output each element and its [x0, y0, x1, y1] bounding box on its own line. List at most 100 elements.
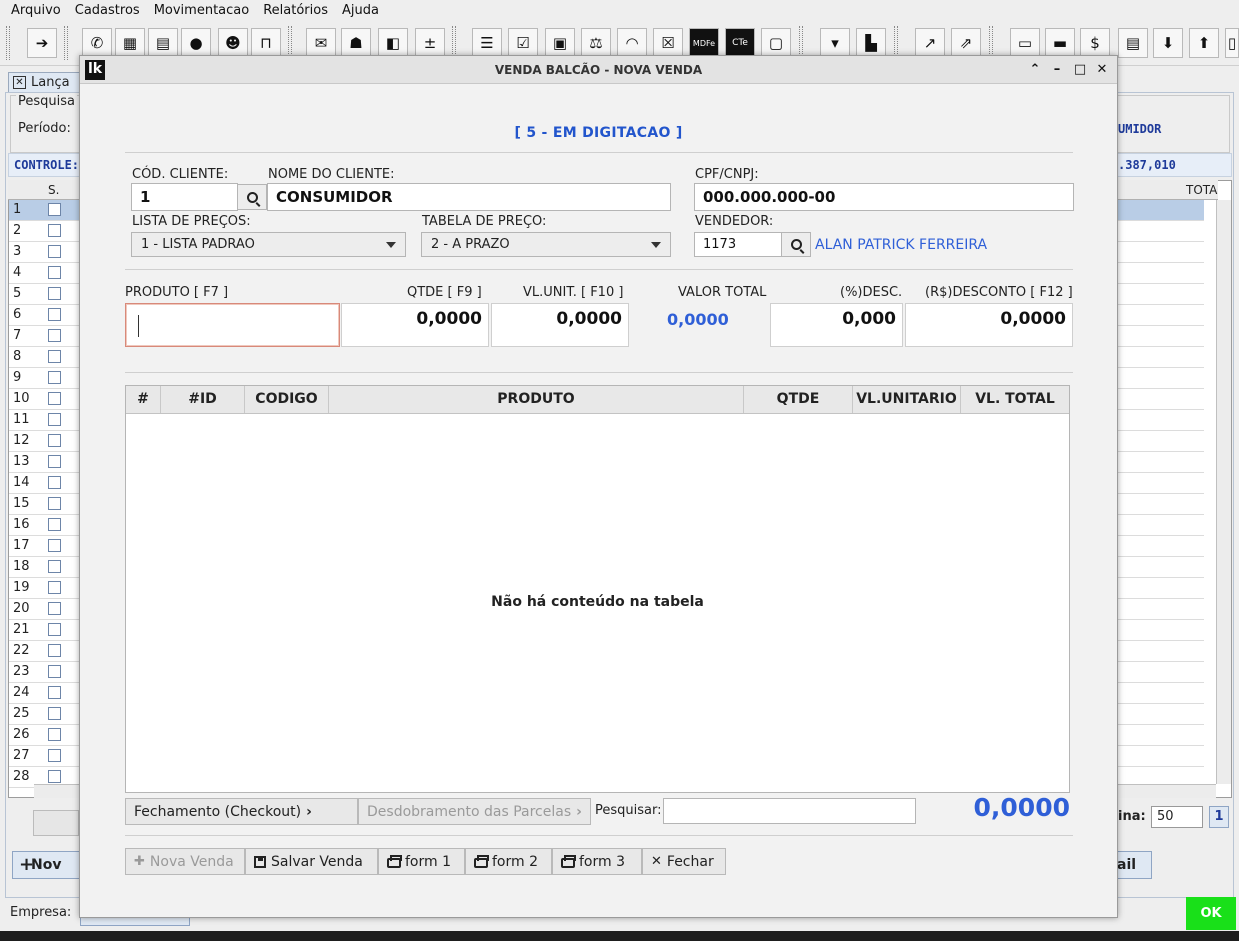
- exit-icon[interactable]: ➔: [27, 28, 57, 58]
- form2-button[interactable]: form 2: [465, 848, 552, 875]
- qtde-input[interactable]: 0,0000: [341, 303, 489, 347]
- customer-code-field[interactable]: 1: [131, 183, 238, 211]
- calc-ops-icon[interactable]: ±: [415, 28, 445, 58]
- row-checkbox[interactable]: [48, 329, 61, 342]
- column-vl-unitario[interactable]: VL.UNITARIO: [853, 386, 961, 413]
- chart-up-icon[interactable]: ↗: [915, 28, 945, 58]
- close-x-icon[interactable]: ☒: [653, 28, 683, 58]
- more-icon[interactable]: ▯: [1225, 28, 1239, 58]
- row-checkbox[interactable]: [48, 623, 61, 636]
- money-icon[interactable]: ▬: [1045, 28, 1075, 58]
- row-checkbox[interactable]: [48, 686, 61, 699]
- row-checkbox[interactable]: [48, 455, 61, 468]
- row-checkbox[interactable]: [48, 497, 61, 510]
- maximize-icon[interactable]: □: [1071, 61, 1089, 79]
- cte-icon[interactable]: CTe: [725, 28, 755, 58]
- row-checkbox[interactable]: [48, 245, 61, 258]
- customer-name-field[interactable]: CONSUMIDOR: [267, 183, 671, 211]
- seller-code-field[interactable]: 1173: [694, 232, 782, 257]
- price-table-select[interactable]: 2 - A PRAZO: [421, 232, 671, 257]
- row-checkbox[interactable]: [48, 539, 61, 552]
- checkout-button[interactable]: Fechamento (Checkout) ›: [125, 798, 358, 825]
- row-checkbox[interactable]: [48, 665, 61, 678]
- unlock-icon[interactable]: ⊓: [251, 28, 281, 58]
- row-checkbox[interactable]: [48, 224, 61, 237]
- customer-search-button[interactable]: [237, 184, 267, 210]
- minimize-icon[interactable]: –: [1048, 61, 1066, 79]
- cpf-field[interactable]: 000.000.000-00: [694, 183, 1074, 211]
- grid-vertical-scrollbar[interactable]: [1216, 200, 1231, 784]
- nova-venda-button[interactable]: ✚ Nova Venda: [125, 848, 245, 875]
- chat-icon[interactable]: ●: [181, 28, 211, 58]
- register-icon[interactable]: ▙: [856, 28, 886, 58]
- menu-cadastros[interactable]: Cadastros: [68, 3, 147, 18]
- row-checkbox[interactable]: [48, 476, 61, 489]
- column-id[interactable]: #ID: [161, 386, 245, 413]
- pagination-page[interactable]: 1: [1209, 806, 1229, 828]
- row-checkbox[interactable]: [48, 602, 61, 615]
- clipboard-icon[interactable]: ▢: [761, 28, 791, 58]
- pagination-size-select[interactable]: 50: [1151, 806, 1203, 828]
- menu-relatorios[interactable]: Relatórios: [256, 3, 335, 18]
- row-checkbox[interactable]: [48, 770, 61, 783]
- ok-status-button[interactable]: OK: [1186, 897, 1236, 930]
- money-bag-icon[interactable]: $: [1080, 28, 1110, 58]
- mdfe-icon[interactable]: MDFe: [689, 28, 719, 58]
- salvar-venda-button[interactable]: Salvar Venda: [245, 848, 378, 875]
- box-down-icon[interactable]: ⬇: [1153, 28, 1183, 58]
- row-checkbox[interactable]: [48, 581, 61, 594]
- row-checkbox[interactable]: [48, 371, 61, 384]
- price-list-select[interactable]: 1 - LISTA PADRAO: [131, 232, 406, 257]
- seller-search-button[interactable]: [781, 232, 811, 257]
- row-checkbox[interactable]: [48, 728, 61, 741]
- rss-icon[interactable]: ◠: [617, 28, 647, 58]
- row-checkbox[interactable]: [48, 266, 61, 279]
- background-tab[interactable]: ✕ Lança: [8, 72, 88, 92]
- row-checkbox[interactable]: [48, 749, 61, 762]
- close-icon[interactable]: ✕: [1093, 61, 1111, 79]
- row-checkbox[interactable]: [48, 560, 61, 573]
- move-arrows[interactable]: [33, 810, 79, 836]
- row-checkbox[interactable]: [48, 392, 61, 405]
- box-up-icon[interactable]: ⬆: [1189, 28, 1219, 58]
- row-checkbox[interactable]: [48, 518, 61, 531]
- installments-button[interactable]: Desdobramento das Parcelas ›: [358, 798, 591, 825]
- row-checkbox[interactable]: [48, 350, 61, 363]
- column-vl-total[interactable]: VL. TOTAL: [961, 386, 1069, 413]
- mail-icon[interactable]: ✉: [306, 28, 336, 58]
- form-icon[interactable]: ▤: [1118, 28, 1148, 58]
- vlunit-input[interactable]: 0,0000: [491, 303, 629, 347]
- row-checkbox[interactable]: [48, 434, 61, 447]
- checklist-icon[interactable]: ☑: [508, 28, 538, 58]
- tab-close-icon[interactable]: ✕: [13, 76, 26, 89]
- menu-arquivo[interactable]: Arquivo: [4, 3, 68, 18]
- row-checkbox[interactable]: [48, 413, 61, 426]
- search-input[interactable]: [663, 798, 916, 824]
- produto-input[interactable]: [125, 303, 340, 347]
- calculator-icon[interactable]: ▦: [115, 28, 145, 58]
- form1-button[interactable]: form 1: [378, 848, 465, 875]
- fechar-button[interactable]: ✕ Fechar: [642, 848, 726, 875]
- column-codigo[interactable]: CODIGO: [245, 386, 329, 413]
- cash-icon[interactable]: ▭: [1010, 28, 1040, 58]
- whatsapp-icon[interactable]: ✆: [82, 28, 112, 58]
- scale-icon[interactable]: ⚖: [581, 28, 611, 58]
- column-qtde[interactable]: QTDE: [744, 386, 853, 413]
- users-icon[interactable]: ☻: [218, 28, 248, 58]
- menu-ajuda[interactable]: Ajuda: [335, 3, 386, 18]
- row-checkbox[interactable]: [48, 287, 61, 300]
- column-index[interactable]: #: [126, 386, 161, 413]
- box-icon[interactable]: ◧: [378, 28, 408, 58]
- dialog-titlebar[interactable]: lk VENDA BALCÃO - NOVA VENDA ⌃ – □ ✕: [80, 56, 1117, 84]
- novo-button[interactable]: Nov: [12, 851, 87, 879]
- column-produto[interactable]: PRODUTO: [329, 386, 744, 413]
- row-checkbox[interactable]: [48, 644, 61, 657]
- chevron-up-icon[interactable]: ⌃: [1026, 61, 1044, 79]
- desc-pct-input[interactable]: 0,000: [770, 303, 903, 347]
- row-checkbox[interactable]: [48, 308, 61, 321]
- truck-icon[interactable]: ▣: [545, 28, 575, 58]
- user-icon[interactable]: ☗: [341, 28, 371, 58]
- document-icon[interactable]: ▤: [148, 28, 178, 58]
- row-checkbox[interactable]: [48, 707, 61, 720]
- form3-button[interactable]: form 3: [552, 848, 642, 875]
